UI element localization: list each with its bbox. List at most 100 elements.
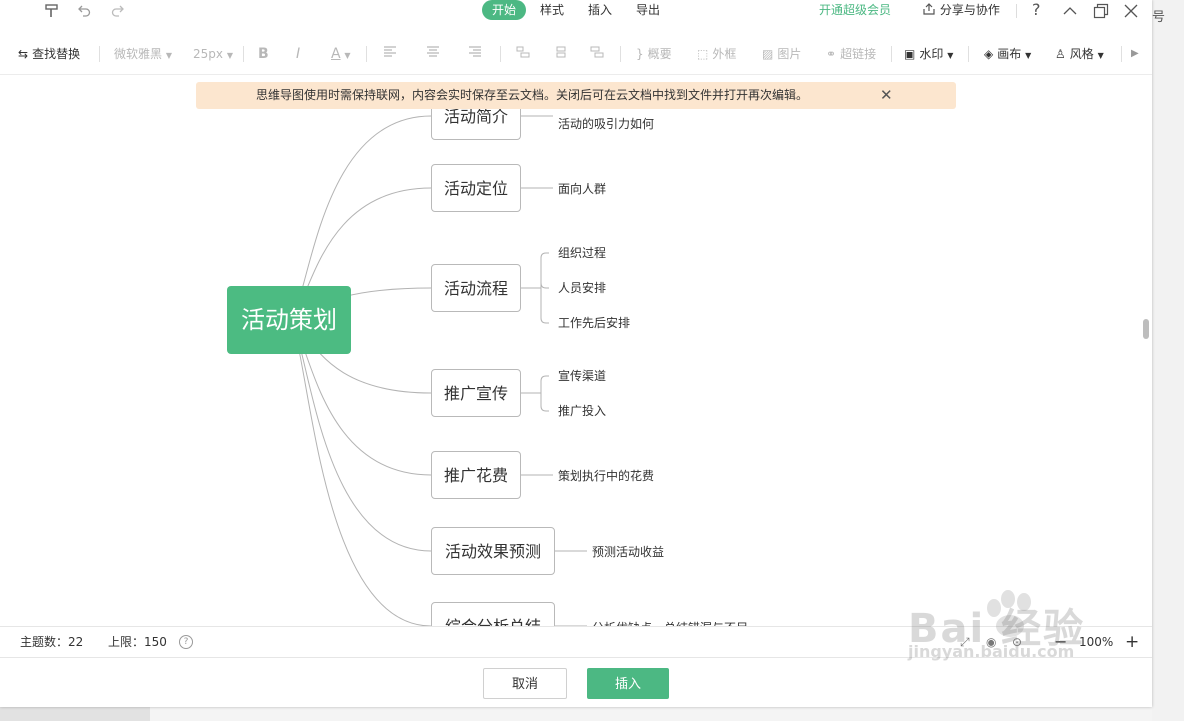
- bracket-icon: }: [636, 47, 644, 61]
- mindmap-dialog: 开始 样式 插入 导出 开通超级会员 分享与协作 ? ⇆查找替换 微软雅黑 ▼: [0, 0, 1152, 707]
- frame-icon: ⬚: [697, 47, 709, 61]
- watermark-label: 水印: [919, 47, 944, 61]
- layout-left-icon[interactable]: [516, 34, 530, 74]
- watermark-button[interactable]: ▣ 水印 ▼: [904, 34, 953, 74]
- frame-button[interactable]: ⬚ 外框: [697, 34, 736, 74]
- tab-style[interactable]: 样式: [532, 0, 572, 20]
- bold-button[interactable]: B: [258, 34, 269, 74]
- layout-right-icon[interactable]: [590, 34, 604, 74]
- topic-node[interactable]: 推广花费: [431, 451, 521, 499]
- mindmap-canvas[interactable]: 活动策划 活动简介 活动的吸引力如何活动定位 面向人群活动流程 组织过程人员安排工作先…: [0, 109, 1148, 626]
- align-right-icon[interactable]: [468, 34, 482, 74]
- redo-icon[interactable]: [110, 0, 126, 22]
- vertical-scrollbar[interactable]: [1143, 319, 1149, 339]
- notice-text: 思维导图使用时需保持联网，内容会实时保存至云文档。关闭后可在云文档中找到文件并打…: [256, 88, 809, 102]
- align-left-icon[interactable]: [383, 34, 397, 74]
- subtopic-label[interactable]: 工作先后安排: [558, 315, 630, 331]
- toolbar-divider: [891, 46, 892, 62]
- align-center-icon[interactable]: [426, 34, 440, 74]
- toolbar-more-icon[interactable]: ▶: [1131, 34, 1139, 74]
- subtopic-label[interactable]: 组织过程: [558, 245, 606, 261]
- topic-limit-label: 上限：: [108, 635, 145, 649]
- chevron-down-icon: ▼: [344, 51, 351, 60]
- canvas-button[interactable]: ◈ 画布 ▼: [984, 34, 1031, 74]
- close-window-icon[interactable]: [1123, 0, 1139, 22]
- image-icon: ▨: [762, 47, 774, 61]
- summary-button[interactable]: } 概要: [636, 34, 672, 74]
- paw-logo-icon: [987, 590, 1031, 637]
- topic-node[interactable]: 活动定位: [431, 164, 521, 212]
- toolbar-divider: [243, 46, 244, 62]
- topic-node[interactable]: 推广宣传: [431, 369, 521, 417]
- topic-limit: 上限：150: [108, 627, 167, 657]
- chevron-down-icon: ▼: [1097, 51, 1104, 60]
- font-size-select[interactable]: 25px ▼: [193, 34, 233, 74]
- tab-export[interactable]: 导出: [628, 0, 668, 20]
- help-circle-icon[interactable]: ?: [179, 635, 193, 649]
- font-family-value: 微软雅黑: [114, 47, 163, 61]
- root-topic[interactable]: 活动策划: [227, 286, 351, 354]
- topic-count-label: 主题数：: [20, 635, 69, 649]
- help-icon[interactable]: ?: [1032, 0, 1041, 22]
- watermark-url: jingyan.baidu.com: [908, 642, 1075, 661]
- font-family-select[interactable]: 微软雅黑 ▼: [114, 34, 172, 74]
- collapse-icon[interactable]: [1062, 0, 1078, 22]
- topic-count: 主题数：22: [20, 627, 83, 657]
- font-color-label: A: [331, 46, 341, 62]
- share-label: 分享与协作: [939, 3, 1000, 17]
- tab-insert[interactable]: 插入: [580, 0, 620, 20]
- layout-center-icon[interactable]: [554, 34, 568, 74]
- subtopic-label[interactable]: 策划执行中的花费: [558, 468, 654, 484]
- font-size-value: 25px: [193, 47, 223, 61]
- online-notice: 思维导图使用时需保持联网，内容会实时保存至云文档。关闭后可在云文档中找到文件并打…: [196, 82, 956, 109]
- mindmap: 活动策划 活动简介 活动的吸引力如何活动定位 面向人群活动流程 组织过程人员安排工作先…: [0, 109, 1148, 626]
- watermark-icon: ▣: [904, 47, 916, 61]
- subtopic-label[interactable]: 推广投入: [558, 403, 606, 419]
- tab-start[interactable]: 开始: [482, 0, 526, 20]
- format-painter-icon[interactable]: [44, 0, 60, 22]
- image-label: 图片: [777, 47, 802, 61]
- summary-label: 概要: [647, 47, 672, 61]
- toolbar-divider: [500, 46, 501, 62]
- canvas-label: 画布: [997, 47, 1022, 61]
- insert-button[interactable]: 插入: [587, 668, 669, 699]
- subtopic-label[interactable]: 面向人群: [558, 181, 606, 197]
- topic-node[interactable]: 综合分析总结: [431, 602, 555, 626]
- zoom-in-button[interactable]: +: [1125, 627, 1139, 657]
- style-label: 风格: [1069, 47, 1094, 61]
- subtopic-label[interactable]: 人员安排: [558, 280, 606, 296]
- subtopic-label[interactable]: 活动的吸引力如何: [558, 116, 654, 132]
- subtopic-label[interactable]: 预测活动收益: [592, 544, 664, 560]
- topic-node[interactable]: 活动流程: [431, 264, 521, 312]
- restore-window-icon[interactable]: [1093, 0, 1109, 22]
- style-button[interactable]: ♙ 风格 ▼: [1055, 34, 1104, 74]
- connector-line: [540, 393, 549, 412]
- swap-icon: ⇆: [18, 47, 29, 61]
- topic-node[interactable]: 活动简介: [431, 109, 521, 140]
- font-color-button[interactable]: A ▼: [331, 34, 351, 74]
- find-replace-label: 查找替换: [32, 47, 81, 61]
- share-button[interactable]: 分享与协作: [922, 0, 1000, 22]
- background-window-text: 号: [1152, 10, 1166, 25]
- chevron-down-icon: ▼: [1025, 51, 1032, 60]
- vip-link[interactable]: 开通超级会员: [819, 0, 891, 22]
- paint-bucket-icon: ◈: [984, 47, 994, 61]
- undo-icon[interactable]: [76, 0, 92, 22]
- topic-node[interactable]: 活动效果预测: [431, 527, 555, 575]
- menubar: 开始 样式 插入 导出 开通超级会员 分享与协作 ?: [0, 0, 1152, 22]
- topic-limit-value: 150: [144, 635, 167, 649]
- connector-line: [540, 288, 549, 324]
- toolbar-divider: [968, 46, 969, 62]
- chevron-down-icon: ▼: [165, 51, 172, 60]
- background-window: [1152, 0, 1184, 721]
- subtopic-label[interactable]: 宣传渠道: [558, 368, 606, 384]
- toolbar: ⇆ 查找替换 微软雅黑 ▼ 25px ▼ B I A ▼} 概要 ⬚ 外框 ▨…: [0, 34, 1152, 75]
- hyperlink-button[interactable]: ⚭ 超链接: [826, 34, 876, 74]
- italic-button[interactable]: I: [296, 34, 300, 74]
- hyperlink-label: 超链接: [840, 47, 877, 61]
- find-replace-button[interactable]: ⇆ 查找替换: [18, 34, 80, 74]
- image-button[interactable]: ▨ 图片: [762, 34, 801, 74]
- cancel-button[interactable]: 取消: [483, 668, 567, 699]
- close-icon[interactable]: ✕: [880, 82, 893, 109]
- toolbar-divider: [366, 46, 367, 62]
